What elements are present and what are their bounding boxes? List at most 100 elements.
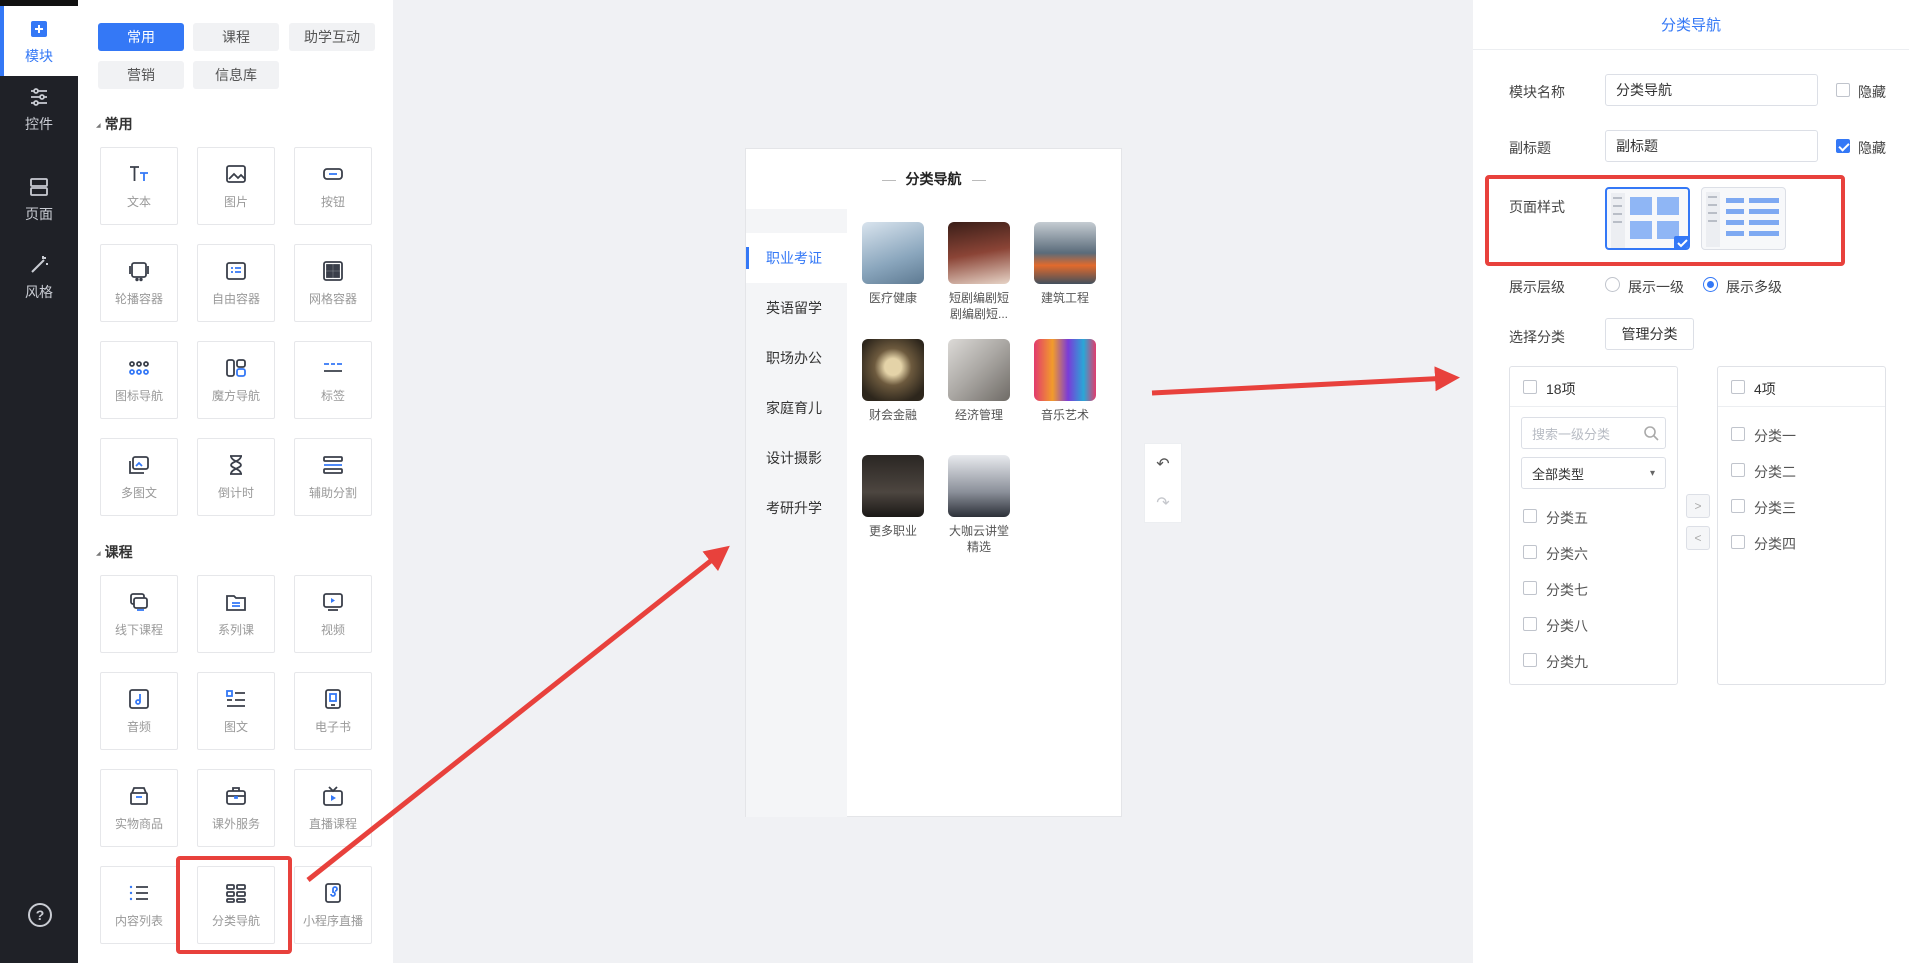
tile-text[interactable]: 文本 <box>100 147 178 225</box>
tile-label: 音频 <box>126 719 151 734</box>
radio-level-multi[interactable] <box>1703 277 1718 292</box>
tile-multi-image-text[interactable]: 多图文 <box>100 438 178 516</box>
tile-video[interactable]: 视频 <box>294 575 372 653</box>
source-item-checkbox[interactable] <box>1523 509 1537 523</box>
radio-label: 展示多级 <box>1726 279 1782 295</box>
target-item-checkbox[interactable] <box>1731 535 1745 549</box>
select-all-target-checkbox[interactable] <box>1731 380 1745 394</box>
tile-image[interactable]: 图片 <box>197 147 275 225</box>
tile-free-container[interactable]: 自由容器 <box>197 244 275 322</box>
tile-icon-nav[interactable]: 图标导航 <box>100 341 178 419</box>
type-select[interactable]: 全部类型 ▾ <box>1521 457 1666 489</box>
tile-offline-course[interactable]: 线下课程 <box>100 575 178 653</box>
move-right-button[interactable]: > <box>1686 494 1710 518</box>
chip-course[interactable]: 课程 <box>193 23 279 51</box>
subtitle-input[interactable]: 副标题 <box>1605 130 1818 162</box>
module-name-label: 模块名称 <box>1509 84 1565 100</box>
preview-tab[interactable]: 职业考证 <box>746 233 847 283</box>
manage-category-button[interactable]: 管理分类 <box>1605 318 1694 350</box>
tile-label: 倒计时 <box>217 485 254 500</box>
tile-label: 系列课 <box>217 622 254 637</box>
tile-image-text[interactable]: 图文 <box>197 672 275 750</box>
tile-label: 内容列表 <box>114 913 163 928</box>
rail-item-style[interactable]: 风格 <box>0 242 78 312</box>
text-icon <box>130 165 148 181</box>
preview-tab[interactable]: 英语留学 <box>746 283 847 333</box>
radio-level-one[interactable] <box>1605 277 1620 292</box>
tile-tag[interactable]: 标签 <box>294 341 372 419</box>
category-item[interactable]: 建筑工程 <box>1030 222 1100 306</box>
tile-series-course[interactable]: 系列课 <box>197 575 275 653</box>
preview-tab[interactable]: 考研升学 <box>746 483 847 533</box>
preview-tab[interactable]: 家庭育儿 <box>746 383 847 433</box>
tile-mini-program-live[interactable]: 小程序直播 <box>294 866 372 944</box>
target-item-checkbox[interactable] <box>1731 427 1745 441</box>
left-rail: 模块 控件 页面 风格 ? <box>0 0 78 963</box>
move-left-button[interactable]: < <box>1686 526 1710 550</box>
source-item-label: 分类八 <box>1546 618 1588 634</box>
tile-label: 标签 <box>320 388 345 403</box>
type-select-value: 全部类型 <box>1532 466 1585 482</box>
hide-subtitle-checkbox[interactable] <box>1836 139 1850 153</box>
rail-item-label: 页面 <box>25 205 53 222</box>
category-label: 经济管理 <box>954 408 1003 422</box>
phone-preview[interactable]: 分类导航 职业考证 英语留学 职场办公 家庭育儿 设计摄影 考研升学 医疗健康 … <box>745 148 1122 817</box>
select-all-source-checkbox[interactable] <box>1523 380 1537 394</box>
free-container-icon <box>226 261 246 280</box>
tile-physical-product[interactable]: 实物商品 <box>100 769 178 847</box>
category-label: 医疗健康 <box>868 291 917 305</box>
tile-label: 图片 <box>223 194 248 209</box>
tile-carousel[interactable]: 轮播容器 <box>100 244 178 322</box>
chip-interaction[interactable]: 助学互动 <box>289 23 375 51</box>
category-item[interactable]: 短剧编剧短剧编剧短... <box>944 222 1014 322</box>
transfer-source-list: 18项 搜索一级分类 全部类型 ▾ 分类五 分类六 分类七 分类八 分类九 <box>1509 366 1678 685</box>
tile-divider[interactable]: 辅助分割 <box>294 438 372 516</box>
search-icon <box>1644 426 1659 441</box>
tile-live-course[interactable]: 直播课程 <box>294 769 372 847</box>
chip-marketing[interactable]: 营销 <box>98 61 184 89</box>
source-item-checkbox[interactable] <box>1523 617 1537 631</box>
category-item[interactable]: 大咖云讲堂精选 <box>944 455 1014 555</box>
category-item[interactable]: 经济管理 <box>944 339 1014 423</box>
cube-nav-icon <box>226 358 246 377</box>
preview-tab[interactable]: 设计摄影 <box>746 433 847 483</box>
source-item-checkbox[interactable] <box>1523 581 1537 595</box>
category-item[interactable]: 音乐艺术 <box>1030 339 1100 423</box>
tile-label: 轮播容器 <box>114 291 163 306</box>
tile-cube-nav[interactable]: 魔方导航 <box>197 341 275 419</box>
rail-item-pages[interactable]: 页面 <box>0 164 78 234</box>
tile-ebook[interactable]: 电子书 <box>294 672 372 750</box>
chip-info-library[interactable]: 信息库 <box>193 61 279 89</box>
tile-content-list[interactable]: 内容列表 <box>100 866 178 944</box>
source-item-checkbox[interactable] <box>1523 653 1537 667</box>
target-item-label: 分类一 <box>1754 428 1796 444</box>
category-label: 建筑工程 <box>1040 291 1089 305</box>
tile-audio[interactable]: 音频 <box>100 672 178 750</box>
chip-common[interactable]: 常用 <box>98 23 184 51</box>
help-icon[interactable]: ? <box>28 903 52 927</box>
preview-tab[interactable]: 职场办公 <box>746 333 847 383</box>
rail-item-controls[interactable]: 控件 <box>0 74 78 144</box>
module-name-input[interactable]: 分类导航 <box>1605 74 1818 106</box>
undo-icon[interactable]: ↶ <box>1156 454 1169 474</box>
rail-item-modules[interactable]: 模块 <box>0 6 78 76</box>
tile-label: 电子书 <box>314 719 351 734</box>
radio-label: 展示一级 <box>1628 279 1684 295</box>
category-item[interactable]: 财会金融 <box>858 339 928 423</box>
category-image <box>948 339 1010 401</box>
series-course-icon <box>226 594 246 611</box>
tile-countdown[interactable]: 倒计时 <box>197 438 275 516</box>
target-item-checkbox[interactable] <box>1731 499 1745 513</box>
subtitle-label: 副标题 <box>1509 140 1551 156</box>
hide-module-name-checkbox[interactable] <box>1836 83 1850 97</box>
category-item[interactable]: 医疗健康 <box>858 222 928 306</box>
target-item-checkbox[interactable] <box>1731 463 1745 477</box>
tile-button[interactable]: 按钮 <box>294 147 372 225</box>
source-item-label: 分类九 <box>1546 654 1588 670</box>
redo-icon[interactable]: ↷ <box>1156 493 1169 513</box>
tile-label: 实物商品 <box>114 816 163 831</box>
tile-grid-container[interactable]: 网格容器 <box>294 244 372 322</box>
category-item[interactable]: 更多职业 <box>858 455 928 539</box>
source-item-checkbox[interactable] <box>1523 545 1537 559</box>
tile-extra-service[interactable]: 课外服务 <box>197 769 275 847</box>
